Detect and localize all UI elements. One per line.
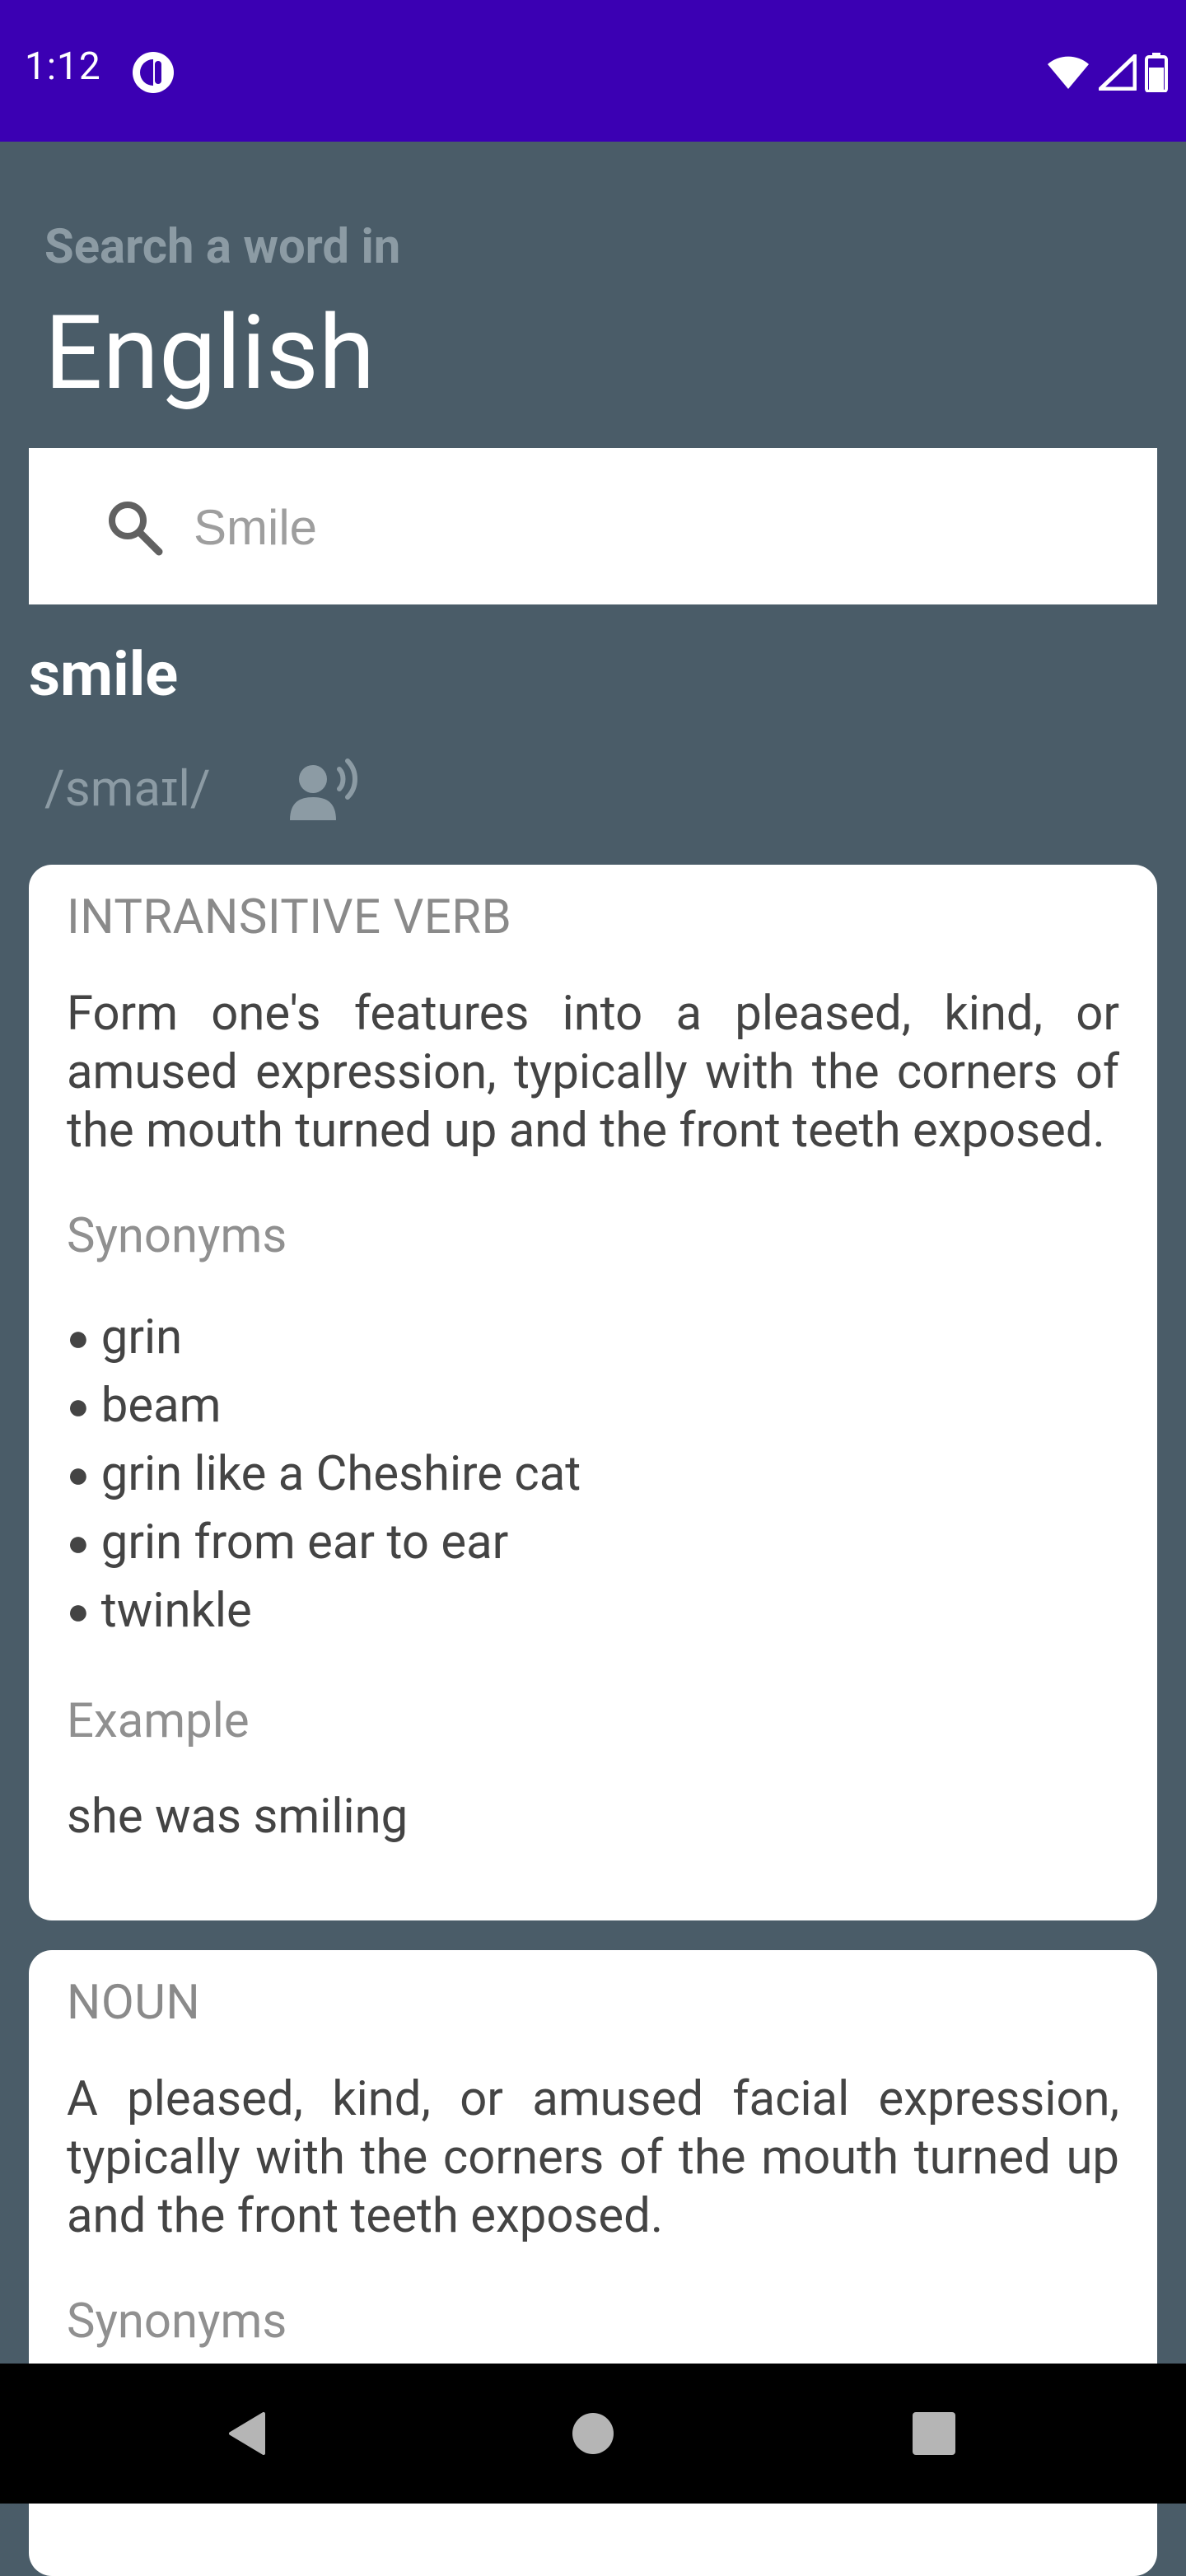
status-time: 1:12 — [25, 44, 101, 89]
cell-signal-icon — [1099, 54, 1137, 91]
synonym-item: beam — [67, 1372, 1119, 1440]
search-icon — [109, 502, 163, 556]
search-input[interactable] — [192, 481, 1118, 573]
synonym-item: grin — [67, 1304, 1119, 1372]
pronunciation-speaker-icon[interactable] — [288, 751, 362, 822]
definition-text: Form one's features into a pleased, kind… — [67, 986, 1119, 1159]
example-text: she was smiling — [67, 1789, 409, 1845]
app-notification-icon — [133, 52, 174, 93]
synonym-item: grin from ear to ear — [67, 1509, 1119, 1577]
synonym-item: twinkle — [67, 1577, 1119, 1645]
status-icons — [1046, 49, 1168, 96]
wifi-icon — [1048, 56, 1089, 89]
word-title: smile — [29, 639, 179, 711]
phonetic-text: /smaɪl/ — [44, 759, 211, 818]
search-subtitle: Search a word in — [44, 219, 401, 275]
synonyms-label: Synonyms — [67, 1208, 287, 1264]
synonyms-label: Synonyms — [67, 2294, 287, 2350]
synonym-item: grin like a Cheshire cat — [67, 1440, 1119, 1509]
back-icon — [229, 2412, 265, 2455]
part-of-speech: INTRANSITIVE VERB — [67, 889, 512, 945]
back-button[interactable] — [189, 2364, 305, 2504]
definition-text: A pleased, kind, or amused facial expres… — [67, 2071, 1119, 2244]
synonyms-list: grin beam grin like a Cheshire cat grin … — [67, 1304, 1119, 1645]
example-label: Example — [67, 1693, 250, 1749]
home-button[interactable] — [535, 2364, 651, 2504]
recents-button[interactable] — [876, 2364, 992, 2504]
search-box[interactable] — [29, 448, 1157, 604]
part-of-speech: NOUN — [67, 1975, 201, 2031]
meaning-card-intransitive-verb: INTRANSITIVE VERB Form one's features in… — [29, 865, 1157, 1920]
battery-icon — [1145, 53, 1168, 92]
language-title[interactable]: English — [44, 297, 375, 410]
home-icon — [572, 2413, 614, 2454]
recents-icon — [913, 2412, 955, 2455]
status-bar: 1:12 — [0, 0, 1186, 142]
system-nav-bar — [0, 2364, 1186, 2504]
